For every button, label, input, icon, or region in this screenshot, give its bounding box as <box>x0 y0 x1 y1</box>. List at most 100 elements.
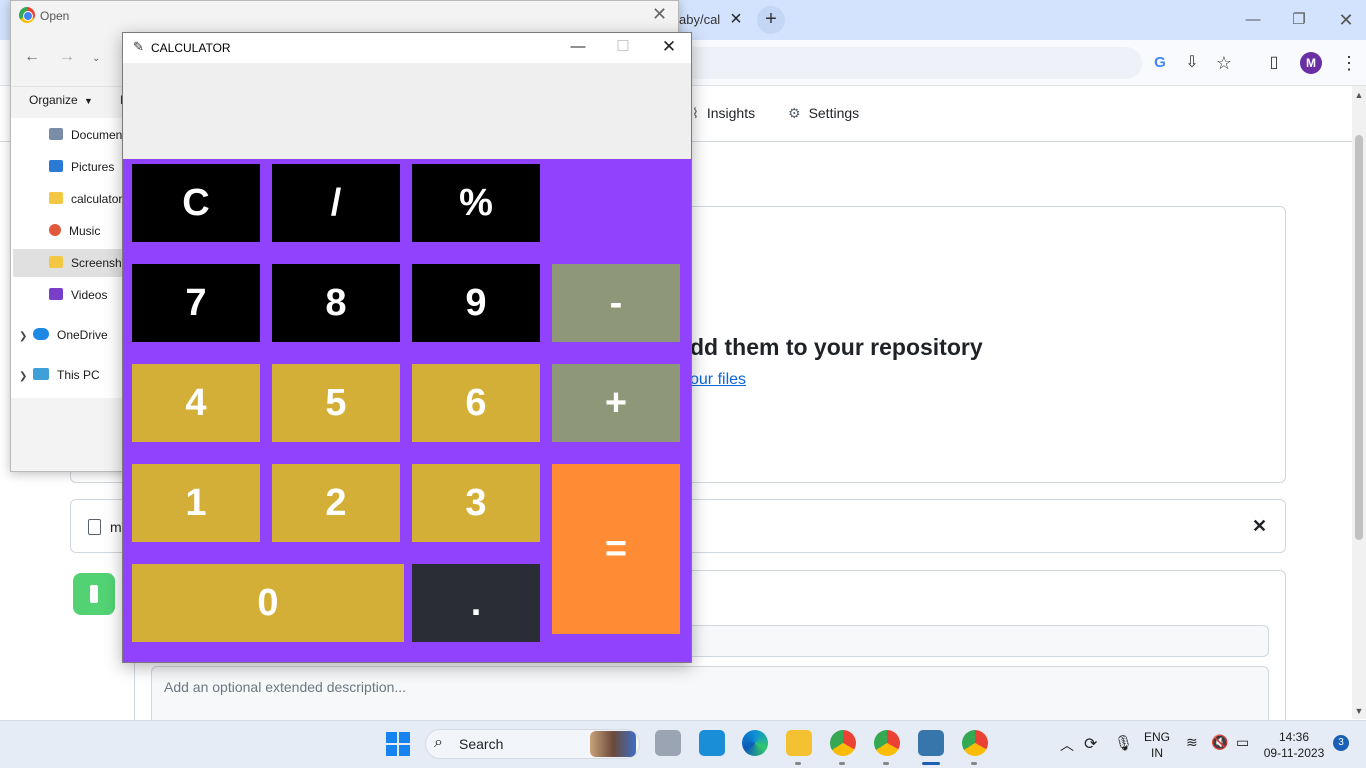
choose-files-link[interactable]: our files <box>690 371 746 389</box>
equals-button[interactable]: = <box>552 464 680 634</box>
three-button[interactable]: 3 <box>412 464 540 542</box>
bookmark-star-icon[interactable]: ☆ <box>1213 52 1235 74</box>
six-button[interactable]: 6 <box>412 364 540 442</box>
recent-locations-icon[interactable]: ⌄ <box>92 53 100 64</box>
search-icon: ⌕ <box>434 734 443 751</box>
sidebar-item-onedrive[interactable]: ❯ OneDrive <box>13 321 122 349</box>
forward-arrow-icon[interactable]: → <box>59 48 75 66</box>
dialog-title: Open <box>40 9 70 23</box>
plus-button[interactable]: + <box>552 364 680 442</box>
two-button[interactable]: 2 <box>272 464 400 542</box>
scroll-down-icon[interactable]: ▼ <box>1354 706 1364 716</box>
feather-icon: ✎ <box>133 39 144 54</box>
back-arrow-icon[interactable]: ← <box>24 48 40 66</box>
wifi-icon[interactable]: ≋ <box>1186 734 1198 751</box>
sidebar-item-documents[interactable]: Documen <box>13 121 122 149</box>
chevron-up-icon[interactable]: ︿ <box>1060 735 1074 755</box>
seven-button[interactable]: 7 <box>132 264 260 342</box>
python-icon[interactable] <box>918 730 944 756</box>
browser-tab-title[interactable]: aby/cal <box>679 12 720 27</box>
edge-icon[interactable] <box>742 730 768 756</box>
tab-close-icon[interactable]: × <box>726 8 746 30</box>
browser-minimize-button[interactable]: — <box>1238 8 1268 32</box>
sidebar-item-screenshots[interactable]: Screensho <box>13 249 122 277</box>
tab-settings[interactable]: ⚙ Settings <box>788 105 859 122</box>
windows-start-icon[interactable] <box>386 732 410 756</box>
clock[interactable]: 14:36 09-11-2023 <box>1262 729 1326 761</box>
sidebar-item-label: Documen <box>71 128 122 142</box>
remove-file-icon[interactable]: ✕ <box>1252 516 1267 537</box>
notification-badge[interactable]: 3 <box>1333 735 1349 751</box>
prime-video-icon[interactable] <box>699 730 725 756</box>
profile-avatar[interactable]: M <box>1300 52 1322 74</box>
file-explorer-icon[interactable] <box>786 730 812 756</box>
side-panel-icon[interactable]: ▯ <box>1263 52 1285 74</box>
address-bar[interactable] <box>692 47 1142 79</box>
dot-button[interactable]: . <box>412 564 540 642</box>
four-button[interactable]: 4 <box>132 364 260 442</box>
organize-menu[interactable]: Organize ▼ <box>29 93 93 107</box>
onedrive-icon <box>33 328 49 340</box>
speaker-muted-icon[interactable]: 🔇 <box>1211 734 1228 751</box>
search-label: Search <box>459 736 504 752</box>
eight-button[interactable]: 8 <box>272 264 400 342</box>
sidebar-item-label: Pictures <box>71 160 115 174</box>
sidebar-item-label: OneDrive <box>57 328 108 342</box>
minus-button[interactable]: - <box>552 264 680 342</box>
settings-label: Settings <box>808 105 860 121</box>
browser-restore-button[interactable]: ❐ <box>1284 8 1314 32</box>
music-icon <box>49 224 61 236</box>
nine-button[interactable]: 9 <box>412 264 540 342</box>
battery-icon[interactable]: ▭ <box>1236 734 1249 751</box>
five-button[interactable]: 5 <box>272 364 400 442</box>
chevron-right-icon[interactable]: ❯ <box>19 363 33 389</box>
sidebar-item-label: Videos <box>71 288 108 302</box>
sidebar-item-label: Screensho <box>71 256 122 270</box>
active-app-indicator <box>922 762 940 765</box>
toolbar-divider <box>12 86 122 87</box>
gear-icon: ⚙ <box>788 105 801 121</box>
percent-button[interactable]: % <box>412 164 540 242</box>
language-indicator[interactable]: ENG IN <box>1142 729 1172 761</box>
task-view-icon[interactable] <box>655 730 681 756</box>
sidebar-item-this-pc[interactable]: ❯ This PC <box>13 361 122 389</box>
chrome-icon[interactable] <box>830 730 856 756</box>
chevron-right-icon[interactable]: ❯ <box>19 323 33 349</box>
file-icon <box>88 519 101 535</box>
clock-time: 14:36 <box>1278 730 1310 744</box>
tab-insights[interactable]: ⌇ Insights <box>692 105 755 122</box>
one-button[interactable]: 1 <box>132 464 260 542</box>
commit-description-field[interactable]: Add an optional extended description... <box>151 666 1269 726</box>
calc-minimize-button[interactable]: — <box>563 36 593 58</box>
browser-close-button[interactable]: ✕ <box>1331 8 1361 32</box>
chrome-profile-icon[interactable] <box>874 730 900 756</box>
sidebar-item-pictures[interactable]: Pictures <box>13 153 122 181</box>
language-code: ENG <box>1143 730 1170 744</box>
folder-icon <box>49 256 63 268</box>
dialog-close-icon[interactable]: ✕ <box>652 4 667 25</box>
sidebar-item-music[interactable]: Music <box>13 217 122 245</box>
google-lens-icon[interactable]: G <box>1149 52 1171 74</box>
sidebar-item-label: This PC <box>57 368 100 382</box>
zero-button[interactable]: 0 <box>132 564 404 642</box>
scroll-up-icon[interactable]: ▲ <box>1354 90 1364 100</box>
new-tab-button[interactable]: + <box>757 6 785 34</box>
divide-button[interactable]: / <box>272 164 400 242</box>
sidebar-item-label: Music <box>69 224 101 238</box>
region-code: IN <box>1151 746 1163 760</box>
calc-close-button[interactable]: ✕ <box>654 36 684 58</box>
browser-menu-icon[interactable]: ⋮ <box>1338 52 1360 74</box>
chrome-canary-icon[interactable] <box>962 730 988 756</box>
pictures-icon <box>49 160 63 172</box>
sidebar-item-calculator[interactable]: calculator <box>13 185 122 213</box>
calc-maximize-button[interactable]: ☐ <box>608 36 638 58</box>
this-pc-icon <box>33 368 49 380</box>
videos-icon <box>49 288 63 300</box>
sidebar-item-videos[interactable]: Videos <box>13 281 122 309</box>
running-indicator <box>795 762 801 765</box>
install-app-icon[interactable]: ⇩ <box>1181 52 1203 74</box>
clear-button[interactable]: C <box>132 164 260 242</box>
scrollbar-thumb[interactable] <box>1355 135 1363 540</box>
microphone-icon[interactable]: 🎙 <box>1114 734 1133 752</box>
sync-icon[interactable]: ⟳ <box>1084 734 1097 754</box>
